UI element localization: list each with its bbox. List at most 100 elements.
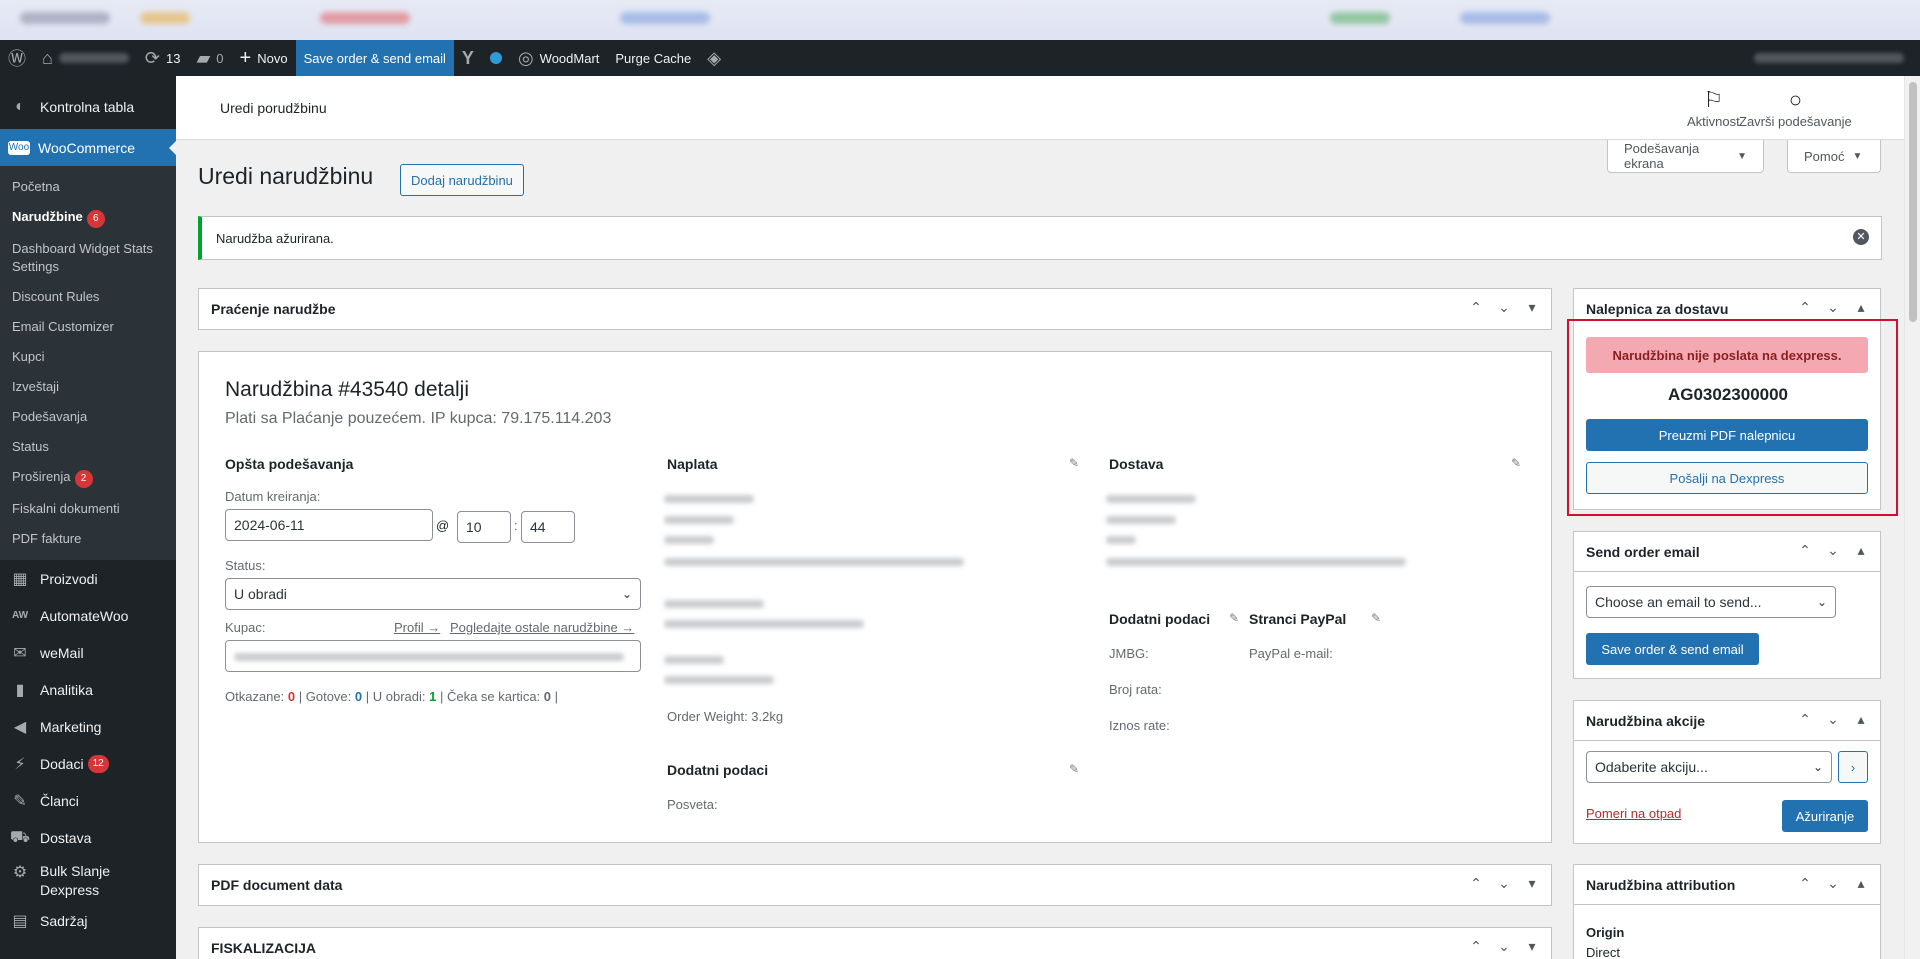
toggle-icon[interactable]: ▴ — [1852, 299, 1870, 316]
move-up-icon[interactable]: ⌃ — [1796, 711, 1814, 728]
save-send-email-button[interactable]: Save order & send email — [295, 40, 454, 76]
sidebar-sub-narudzbine[interactable]: Narudžbine 6 — [0, 202, 176, 234]
move-up-icon[interactable]: ⌃ — [1467, 299, 1485, 316]
dismiss-icon[interactable]: ✕ — [1853, 229, 1869, 245]
toggle-icon[interactable]: ▴ — [1852, 875, 1870, 892]
add-order-button[interactable]: Dodaj narudžbinu — [400, 164, 524, 196]
sidebar-sub-status[interactable]: Status — [0, 432, 176, 462]
other-orders-link[interactable]: Pogledajte ostale narudžbine → — [450, 620, 634, 635]
wordpress-logo-icon[interactable]: Ⓦ — [0, 40, 34, 76]
toggle-icon[interactable]: ▾ — [1523, 875, 1541, 892]
move-down-icon[interactable]: ⌄ — [1824, 542, 1842, 559]
purge-cache-link[interactable]: Purge Cache — [607, 40, 699, 76]
edit-paypal-icon[interactable]: ✎ — [1371, 611, 1381, 625]
move-down-icon[interactable]: ⌄ — [1495, 875, 1513, 892]
edit-shipping-icon[interactable]: ✎ — [1511, 456, 1521, 470]
activity-button[interactable]: ⚐ Aktivnost — [1687, 86, 1740, 129]
pdf-data-title[interactable]: PDF document data — [199, 865, 1551, 905]
sidebar-sub-fiskalni[interactable]: Fiskalni dokumenti — [0, 494, 176, 524]
circle-icon: ○ — [1788, 87, 1803, 112]
sidebar-sub-kupci[interactable]: Kupci — [0, 342, 176, 372]
move-down-icon[interactable]: ⌄ — [1824, 875, 1842, 892]
sidebar-item-proizvodi[interactable]: ▦ Proizvodi — [0, 560, 176, 597]
pdf-data-postbox: PDF document data ⌃ ⌄ ▾ — [198, 864, 1552, 906]
sidebar-sub-prosirenja[interactable]: Proširenja 2 — [0, 462, 176, 494]
stat-value: 0 — [287, 689, 296, 704]
finish-setup-button[interactable]: ○ Završi podešavanje — [1739, 86, 1852, 129]
sidebar-item-dashboard[interactable]: ◐ Kontrolna tabla — [0, 88, 176, 125]
date-field[interactable]: 2024-06-11 — [225, 509, 433, 541]
toggle-icon[interactable]: ▾ — [1523, 938, 1541, 955]
move-down-icon[interactable]: ⌄ — [1824, 299, 1842, 316]
order-action-select[interactable]: Odaberite akciju... ⌄ — [1586, 751, 1832, 783]
woodmart-label: WoodMart — [539, 50, 600, 66]
status-dot-icon[interactable] — [482, 40, 510, 76]
chevron-down-icon: ⌄ — [1812, 760, 1823, 774]
sidebar-item-automatewoo[interactable]: AW AutomateWoo — [0, 597, 176, 634]
update-order-button[interactable]: Ažuriranje — [1782, 800, 1868, 832]
move-up-icon[interactable]: ⌃ — [1796, 875, 1814, 892]
stat-value: 0 — [354, 689, 363, 704]
sidebar-sub-discount-rules[interactable]: Discount Rules — [0, 282, 176, 312]
sidebar-item-woocommerce[interactable]: Woo WooCommerce — [0, 129, 177, 166]
sidebar-item-dostava[interactable]: ⛟ Dostava — [0, 819, 176, 856]
updates-link[interactable]: ⟳ 13 — [137, 40, 189, 76]
blurred-tab — [1460, 12, 1550, 24]
edit-billing-icon[interactable]: ✎ — [1069, 456, 1079, 470]
diamond-icon[interactable]: ◈ — [699, 40, 729, 76]
site-home-link[interactable]: ⌂ — [34, 40, 137, 76]
move-to-trash-link[interactable]: Pomeri na otpad — [1586, 806, 1681, 821]
help-button[interactable]: Pomoć ▼ — [1787, 140, 1881, 173]
updates-count: 13 — [165, 50, 181, 66]
user-account-menu[interactable] — [1746, 40, 1920, 76]
toggle-icon[interactable]: ▴ — [1852, 711, 1870, 728]
sidebar-item-sadrzaj[interactable]: ▤ Sadržaj — [0, 902, 176, 939]
hour-field[interactable]: 10 — [457, 511, 511, 543]
save-send-email-box-button[interactable]: Save order & send email — [1586, 633, 1759, 665]
edit-billing-extra-icon[interactable]: ✎ — [1069, 762, 1079, 776]
customer-select[interactable] — [225, 640, 641, 672]
help-label: Pomoć — [1804, 148, 1845, 164]
profile-link[interactable]: Profil → — [394, 620, 440, 635]
edit-shipping-extra-icon[interactable]: ✎ — [1229, 611, 1239, 625]
comments-link[interactable]: ▰ 0 — [188, 40, 231, 76]
new-content-link[interactable]: + Novo — [232, 40, 296, 76]
yoast-icon[interactable]: Y — [454, 40, 482, 76]
tracking-title[interactable]: Praćenje narudžbe — [199, 289, 1551, 329]
sidebar-item-wemail[interactable]: ✉ weMail — [0, 634, 176, 671]
status-select[interactable]: U obradi ⌄ — [225, 578, 641, 610]
move-up-icon[interactable]: ⌃ — [1467, 938, 1485, 955]
blurred-tab — [620, 12, 710, 24]
sidebar-sub-podesavanja[interactable]: Podešavanja — [0, 402, 176, 432]
sidebar-item-bulk-dexpress[interactable]: ⚙ Bulk Slanje Dexpress — [0, 856, 176, 902]
move-down-icon[interactable]: ⌄ — [1495, 299, 1513, 316]
toggle-icon[interactable]: ▴ — [1852, 542, 1870, 559]
toggle-icon[interactable]: ▾ — [1523, 299, 1541, 316]
move-up-icon[interactable]: ⌃ — [1467, 875, 1485, 892]
sidebar-sub-pdf[interactable]: PDF fakture — [0, 524, 176, 554]
sidebar-sub-izvestaji[interactable]: Izveštaji — [0, 372, 176, 402]
sidebar-item-clanci[interactable]: ✎ Članci — [0, 782, 176, 819]
sidebar-sub-pocetna[interactable]: Početna — [0, 172, 176, 202]
move-down-icon[interactable]: ⌄ — [1824, 711, 1842, 728]
sidebar-sub-email-customizer[interactable]: Email Customizer — [0, 312, 176, 342]
sidebar-item-marketing[interactable]: ◀ Marketing — [0, 708, 176, 745]
cart-icon: ⛟ — [9, 828, 31, 846]
email-template-select[interactable]: Choose an email to send... ⌄ — [1586, 586, 1836, 618]
blurred-shipping-line — [1106, 558, 1406, 566]
move-up-icon[interactable]: ⌃ — [1796, 542, 1814, 559]
screen-options-button[interactable]: Podešavanja ekrana ▼ — [1607, 140, 1764, 173]
fiskalizacija-title[interactable]: FISKALIZACIJA — [199, 928, 1551, 959]
sidebar-item-analitika[interactable]: ▮ Analitika — [0, 671, 176, 708]
sidebar-sub-dashboard-widget[interactable]: Dashboard Widget Stats Settings — [0, 234, 176, 282]
apply-action-button[interactable]: › — [1838, 751, 1868, 783]
scrollbar-thumb[interactable] — [1909, 82, 1917, 322]
minute-field[interactable]: 44 — [521, 511, 575, 543]
page-scrollbar[interactable] — [1904, 76, 1920, 959]
sidebar-item-label: Bulk Slanje Dexpress — [40, 863, 111, 898]
move-up-icon[interactable]: ⌃ — [1796, 299, 1814, 316]
blurred-billing-line — [664, 536, 714, 544]
sidebar-item-dodaci[interactable]: ⚡ Dodaci 12 — [0, 745, 176, 782]
move-down-icon[interactable]: ⌄ — [1495, 938, 1513, 955]
woodmart-link[interactable]: ◎ WoodMart — [510, 40, 607, 76]
